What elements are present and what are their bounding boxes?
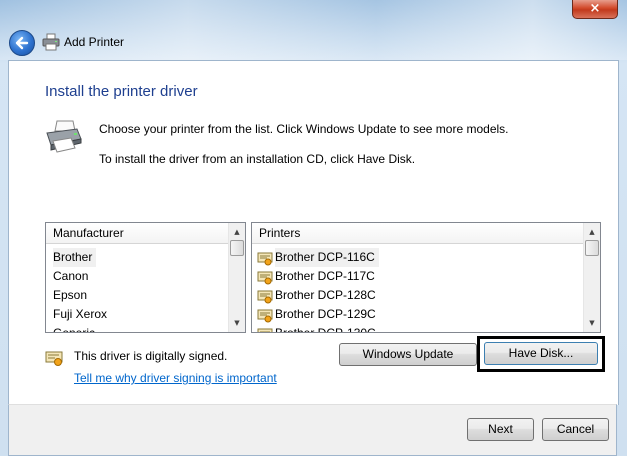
driver-signed-status: This driver is digitally signed. [74, 349, 228, 363]
title-bar-glass [0, 0, 627, 60]
manufacturer-list[interactable]: Manufacturer Brother Canon Epson Fuji Xe… [45, 222, 246, 333]
printer-icon [42, 33, 60, 51]
scroll-up-icon[interactable]: ▲ [588, 228, 596, 236]
page-heading: Install the printer driver [45, 83, 198, 100]
certified-printer-icon [257, 328, 273, 332]
printer-item[interactable]: Brother DCP-117C [275, 267, 375, 286]
printer-item[interactable]: Brother DCP-116C [275, 248, 379, 267]
window-title: Add Printer [64, 35, 125, 49]
next-button[interactable]: Next [467, 418, 534, 441]
signed-certificate-icon [45, 351, 63, 366]
manufacturer-item-generic[interactable]: Generic [53, 324, 95, 332]
manufacturer-item-canon[interactable]: Canon [53, 267, 88, 286]
manufacturer-item-epson[interactable]: Epson [53, 286, 87, 305]
scroll-thumb[interactable] [585, 240, 599, 256]
certified-printer-icon [257, 309, 273, 323]
driver-signing-help-link[interactable]: Tell me why driver signing is important [74, 371, 277, 385]
instruction-text-2: To install the driver from an installati… [99, 152, 416, 166]
scroll-down-icon[interactable]: ▼ [233, 319, 241, 327]
have-disk-button[interactable]: Have Disk... [484, 342, 598, 365]
cancel-button[interactable]: Cancel [542, 418, 609, 441]
printer-item[interactable]: Brother DCP-129C [275, 305, 376, 324]
certified-printer-icon [257, 290, 273, 304]
back-button[interactable] [9, 30, 35, 56]
printer-item[interactable]: Brother DCP-128C [275, 286, 376, 305]
close-button[interactable]: × [572, 0, 618, 19]
certified-printer-icon [257, 252, 273, 266]
manufacturer-column-header[interactable]: Manufacturer [46, 223, 228, 244]
manufacturer-item-brother[interactable]: Brother [53, 248, 97, 267]
wizard-footer: Next Cancel [8, 404, 617, 456]
printer-scrollbar[interactable]: ▲ ▼ [583, 223, 600, 332]
manufacturer-scrollbar[interactable]: ▲ ▼ [228, 223, 245, 332]
manufacturer-item-fuji-xerox[interactable]: Fuji Xerox [53, 305, 107, 324]
printers-column-header[interactable]: Printers [252, 223, 583, 244]
scroll-down-icon[interactable]: ▼ [588, 319, 596, 327]
printer-item[interactable]: Brother DCP-130C [275, 324, 376, 332]
back-arrow-icon [15, 36, 29, 50]
scroll-thumb[interactable] [230, 240, 244, 256]
instruction-text-1: Choose your printer from the list. Click… [99, 122, 509, 136]
scroll-up-icon[interactable]: ▲ [233, 228, 241, 236]
window-frame: × Add Printer Install the printer driver… [0, 0, 627, 456]
printer-list[interactable]: Printers Brother DCP-116C Brother DCP-11… [251, 222, 601, 333]
printer-illustration-icon [46, 120, 82, 153]
windows-update-button[interactable]: Windows Update [339, 343, 477, 366]
certified-printer-icon [257, 271, 273, 285]
